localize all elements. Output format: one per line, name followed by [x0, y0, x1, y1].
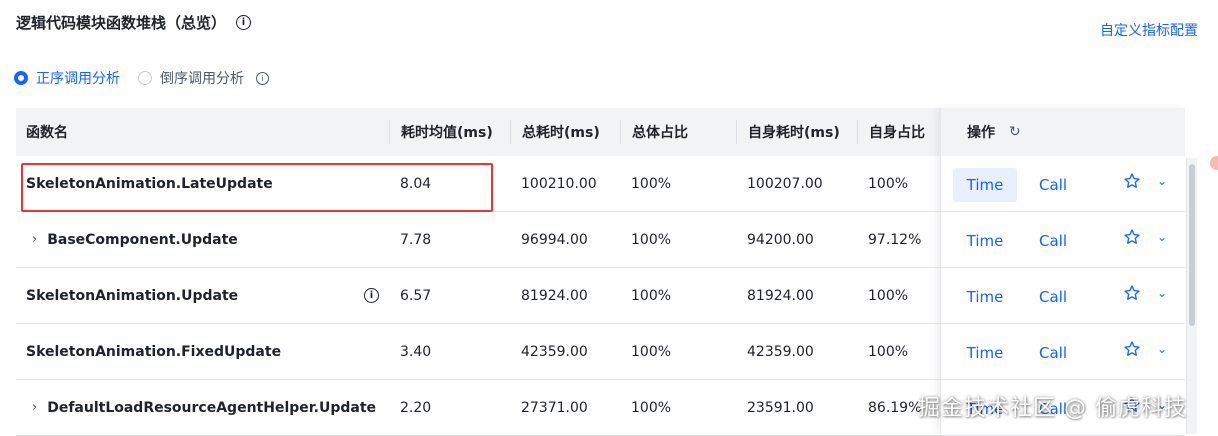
- radio-selected-icon: [14, 71, 28, 85]
- chevron-down-icon[interactable]: ⌄: [1157, 230, 1167, 244]
- cell-avg: 2.20: [400, 399, 432, 416]
- cell-function-name: › DefaultLoadResourceAgentHelper.Update: [32, 380, 376, 435]
- ops-panel: 操作 ↻ Time Call ⌄ Time Call ⌄ Time Call ⌄ Time Call…: [940, 108, 1185, 436]
- vertical-scrollbar[interactable]: [1186, 158, 1197, 434]
- expand-chevron-icon[interactable]: ›: [32, 232, 37, 247]
- ops-row: Time Call ⌄: [941, 324, 1185, 380]
- time-button[interactable]: Time: [953, 336, 1017, 370]
- page-title-text: 逻辑代码模块函数堆栈（总览）: [16, 14, 227, 32]
- star-icon[interactable]: [1123, 340, 1141, 362]
- ops-row: Time Call ⌄: [941, 268, 1185, 324]
- radio-label: 倒序调用分析: [160, 71, 244, 87]
- column-header-function-name: 函数名: [26, 125, 68, 141]
- watermark: 掘金技术社区 @ 偷虎科技: [918, 396, 1187, 421]
- cell-avg: 3.40: [400, 343, 432, 360]
- analysis-mode-radio-group: 正序调用分析 倒序调用分析 i: [14, 68, 269, 88]
- function-name-text: DefaultLoadResourceAgentHelper.Update: [47, 399, 377, 416]
- time-button[interactable]: Time: [953, 168, 1017, 202]
- highlight-box: [21, 163, 493, 212]
- function-name-text: BaseComponent.Update: [47, 231, 238, 248]
- column-header-total-time[interactable]: 总耗时(ms): [510, 108, 600, 156]
- cell-overall: 100%: [631, 399, 672, 416]
- cell-overall: 100%: [631, 175, 672, 192]
- cell-total: 100210.00: [521, 175, 597, 192]
- cell-self: 42359.00: [747, 343, 814, 360]
- call-button[interactable]: Call: [1039, 280, 1067, 314]
- column-header-overall-pct[interactable]: 总体占比: [620, 108, 688, 156]
- call-button[interactable]: Call: [1039, 168, 1067, 202]
- expand-chevron-icon[interactable]: ›: [32, 400, 37, 415]
- star-icon[interactable]: [1123, 228, 1141, 250]
- ops-row: Time Call ⌄: [941, 212, 1185, 268]
- page-title: 逻辑代码模块函数堆栈（总览） i: [16, 12, 252, 33]
- chevron-down-icon[interactable]: ⌄: [1157, 286, 1167, 300]
- radio-forward-analysis[interactable]: 正序调用分析: [14, 68, 120, 88]
- function-name-text: SkeletonAnimation.FixedUpdate: [26, 343, 282, 360]
- cell-self: 100207.00: [747, 175, 823, 192]
- info-icon[interactable]: i: [364, 288, 379, 303]
- cell-self: 94200.00: [747, 231, 814, 248]
- cell-total: 42359.00: [521, 343, 588, 360]
- star-icon[interactable]: [1123, 284, 1141, 306]
- cell-avg: 7.78: [400, 231, 432, 248]
- cell-self-pct: 100%: [868, 287, 909, 304]
- cell-total: 96994.00: [521, 231, 588, 248]
- cell-overall: 100%: [631, 231, 672, 248]
- cell-self-pct: 86.19%: [868, 399, 922, 416]
- star-icon[interactable]: [1123, 172, 1141, 194]
- cell-self-pct: 100%: [868, 343, 909, 360]
- cell-function-name: SkeletonAnimation.FixedUpdate: [26, 324, 281, 379]
- chevron-down-icon[interactable]: ⌄: [1157, 174, 1167, 188]
- column-header-avg-time[interactable]: 耗时均值(ms): [389, 108, 493, 156]
- cell-self: 81924.00: [747, 287, 814, 304]
- chevron-down-icon[interactable]: ⌄: [1157, 342, 1167, 356]
- column-header-ops: 操作: [967, 125, 995, 141]
- column-header-self-time[interactable]: 自身耗时(ms): [736, 108, 840, 156]
- cell-overall: 100%: [631, 343, 672, 360]
- cell-function-name: › BaseComponent.Update: [32, 212, 238, 267]
- radio-unselected-icon: [138, 71, 152, 85]
- function-name-text: SkeletonAnimation.Update: [26, 287, 239, 304]
- refresh-icon[interactable]: ↻: [1009, 124, 1021, 140]
- time-button[interactable]: Time: [953, 280, 1017, 314]
- notification-dot-icon: [1210, 156, 1218, 170]
- time-button[interactable]: Time: [953, 224, 1017, 258]
- cell-avg: 6.57: [400, 287, 432, 304]
- column-header-self-pct[interactable]: 自身占比: [857, 108, 925, 156]
- cell-total: 27371.00: [521, 399, 588, 416]
- call-button[interactable]: Call: [1039, 224, 1067, 258]
- custom-metrics-link[interactable]: 自定义指标配置: [1100, 20, 1198, 40]
- scrollbar-thumb[interactable]: [1189, 164, 1195, 326]
- cell-overall: 100%: [631, 287, 672, 304]
- ops-row: Time Call ⌄: [941, 156, 1185, 212]
- info-icon[interactable]: i: [256, 71, 269, 85]
- cell-self-pct: 100%: [868, 175, 909, 192]
- cell-self: 23591.00: [747, 399, 814, 416]
- cell-self-pct: 97.12%: [868, 231, 922, 248]
- cell-total: 81924.00: [521, 287, 588, 304]
- info-icon[interactable]: i: [236, 15, 252, 30]
- radio-reverse-analysis[interactable]: 倒序调用分析 i: [138, 68, 269, 88]
- ops-header: 操作 ↻: [941, 108, 1185, 156]
- cell-function-name: SkeletonAnimation.Update: [26, 268, 238, 323]
- call-button[interactable]: Call: [1039, 336, 1067, 370]
- radio-label: 正序调用分析: [36, 71, 120, 87]
